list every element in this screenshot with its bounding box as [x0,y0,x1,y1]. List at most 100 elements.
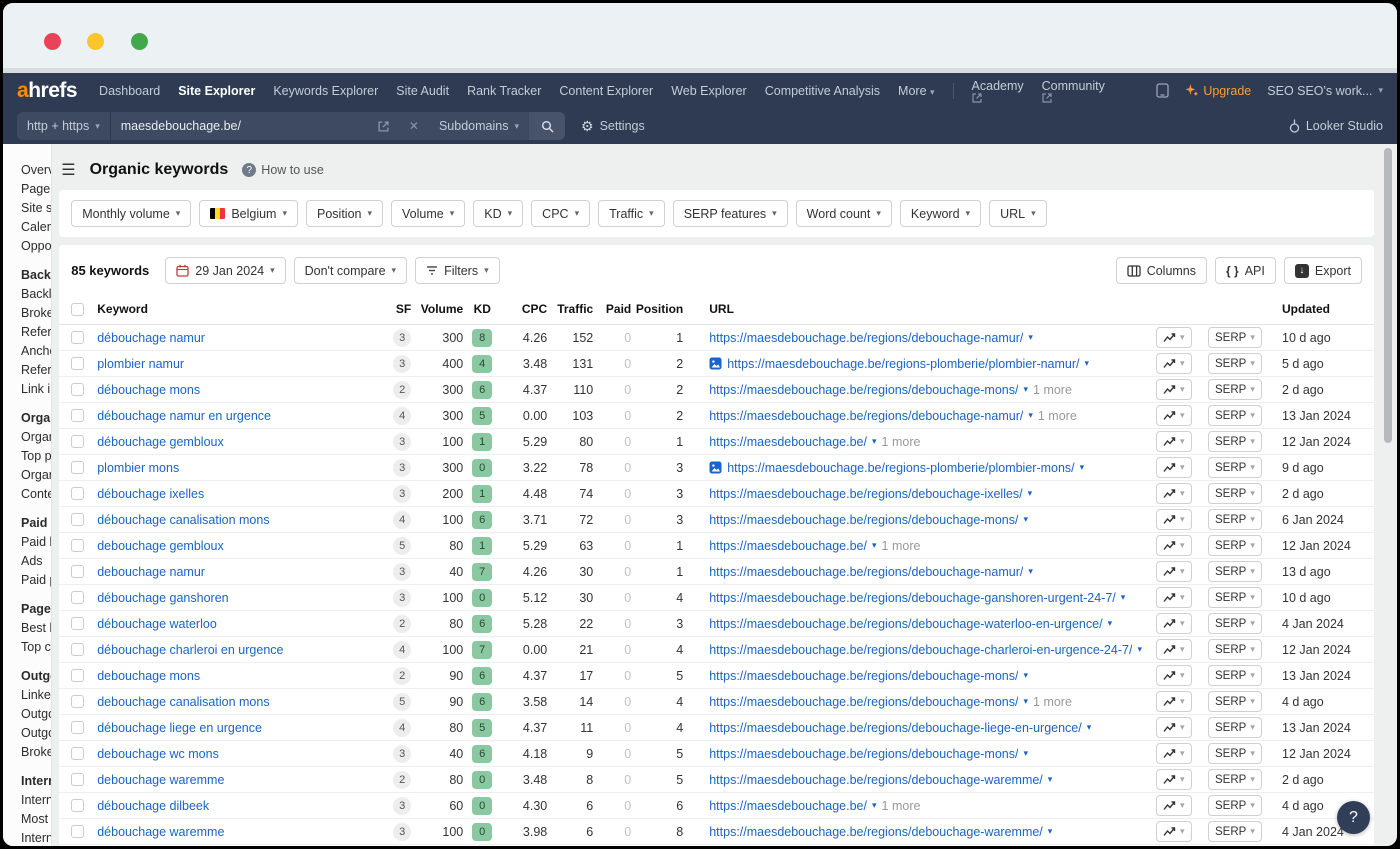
export-button[interactable]: ↓ Export [1284,257,1362,284]
window-minimize-button[interactable] [87,33,104,50]
row-checkbox[interactable] [71,773,84,786]
sidebar-item[interactable]: Pages ▴ [7,599,47,618]
col-header-kd[interactable]: KD [463,302,501,316]
chevron-down-icon[interactable]: ▾ [872,540,877,551]
filter-button[interactable]: Monthly volume ▾ [71,200,191,227]
position-history-button[interactable]: ▾ [1156,795,1192,816]
filters-dropdown[interactable]: Filters ▾ [415,257,500,284]
chevron-down-icon[interactable]: ▾ [1121,592,1126,603]
window-close-button[interactable] [44,33,61,50]
keyword-link[interactable]: débouchage waremme [97,825,224,839]
sidebar-item[interactable]: Site structure [7,198,47,217]
col-header-url[interactable]: URL [683,302,1156,316]
page-scrollbar[interactable] [1381,144,1394,843]
looker-studio-button[interactable]: Looker Studio [1289,119,1383,133]
row-checkbox[interactable] [71,383,84,396]
serp-button[interactable]: SERP ▾ [1208,769,1262,790]
more-urls-label[interactable]: 1 more [882,435,921,449]
position-history-button[interactable]: ▾ [1156,535,1192,556]
position-history-button[interactable]: ▾ [1156,639,1192,660]
more-urls-label[interactable]: 1 more [1038,409,1077,423]
serp-button[interactable]: SERP ▾ [1208,483,1262,504]
position-history-button[interactable]: ▾ [1156,561,1192,582]
sidebar-item[interactable]: Paid keywords [7,532,47,551]
url-link[interactable]: https://maesdebouchage.be/ [709,435,867,449]
sidebar-item[interactable]: Organic search ▴ [7,408,47,427]
serp-button[interactable]: SERP ▾ [1208,535,1262,556]
sidebar-item[interactable]: Organic competitors [7,465,47,484]
col-header-traffic[interactable]: Traffic [547,302,593,316]
serp-button[interactable]: SERP ▾ [1208,379,1262,400]
serp-button[interactable]: SERP ▾ [1208,327,1262,348]
sidebar-item[interactable]: Internal anchors [7,828,47,846]
serp-button[interactable]: SERP ▾ [1208,795,1262,816]
col-header-cpc[interactable]: CPC [501,302,547,316]
url-link[interactable]: https://maesdebouchage.be/regions/debouc… [709,513,1018,527]
serp-button[interactable]: SERP ▾ [1208,457,1262,478]
sidebar-item[interactable]: Broken backlinks [7,303,47,322]
position-history-button[interactable]: ▾ [1156,769,1192,790]
sidebar-item[interactable]: Backlinks [7,284,47,303]
row-checkbox[interactable] [71,825,84,838]
keyword-link[interactable]: plombier namur [97,357,184,371]
row-checkbox[interactable] [71,409,84,422]
keyword-link[interactable]: plombier mons [97,461,179,475]
position-history-button[interactable]: ▾ [1156,821,1192,842]
row-checkbox[interactable] [71,435,84,448]
position-history-button[interactable]: ▾ [1156,457,1192,478]
row-checkbox[interactable] [71,643,84,656]
serp-button[interactable]: SERP ▾ [1208,691,1262,712]
sidebar-item[interactable]: Page inspect New [7,179,47,198]
keyword-link[interactable]: débouchage canalisation mons [97,513,269,527]
protocol-dropdown[interactable]: http + https ▾ [17,112,111,140]
position-history-button[interactable]: ▾ [1156,483,1192,504]
row-checkbox[interactable] [71,799,84,812]
search-submit-button[interactable] [529,112,565,140]
sidebar-item[interactable]: Internal links [7,790,47,809]
sidebar-item[interactable]: Linked domains [7,685,47,704]
filter-button[interactable]: SERP features ▾ [673,200,788,227]
chevron-down-icon[interactable]: ▾ [1137,644,1142,655]
more-urls-label[interactable]: 1 more [882,539,921,553]
serp-button[interactable]: SERP ▾ [1208,431,1262,452]
menu-icon[interactable]: ☰ [61,160,75,180]
sidebar-item[interactable]: Referring IPs [7,360,47,379]
sidebar-item[interactable]: Outgoing anchors [7,704,47,723]
row-checkbox[interactable] [71,617,84,630]
sidebar-item[interactable]: Internal links ▴ New [7,771,47,790]
chevron-down-icon[interactable]: ▾ [1108,618,1113,629]
url-link[interactable]: https://maesdebouchage.be/regions-plombe… [727,461,1074,475]
col-header-paid[interactable]: Paid [593,302,631,316]
row-checkbox[interactable] [71,513,84,526]
url-link[interactable]: https://maesdebouchage.be/regions/debouc… [709,487,1022,501]
chevron-down-icon[interactable]: ▾ [1087,722,1092,733]
serp-button[interactable]: SERP ▾ [1208,405,1262,426]
keyword-link[interactable]: debouchage waremme [97,773,224,787]
account-menu[interactable]: SEO SEO's work... ▾ [1267,84,1383,98]
position-history-button[interactable]: ▾ [1156,509,1192,530]
compare-dropdown[interactable]: Don't compare ▾ [294,257,407,284]
sidebar-item[interactable]: Broken links [7,742,47,761]
keyword-link[interactable]: débouchage ixelles [97,487,204,501]
col-header-position[interactable]: Position [631,302,683,316]
sidebar-item[interactable]: Ads [7,551,47,570]
sidebar-item[interactable]: Overview [7,160,47,179]
filter-button[interactable]: Word count ▾ [796,200,892,227]
url-link[interactable]: https://maesdebouchage.be/regions-plombe… [727,357,1079,371]
serp-button[interactable]: SERP ▾ [1208,717,1262,738]
clear-target-button[interactable]: ✕ [399,112,429,140]
chevron-down-icon[interactable]: ▾ [1048,774,1053,785]
nav-item[interactable]: Dashboard [99,84,160,98]
position-history-button[interactable]: ▾ [1156,431,1192,452]
sidebar-item[interactable]: Outgoing links ▴ [7,666,47,685]
row-checkbox[interactable] [71,747,84,760]
help-fab-button[interactable]: ? [1337,801,1370,834]
filter-button[interactable]: Keyword ▾ [900,200,981,227]
serp-button[interactable]: SERP ▾ [1208,743,1262,764]
position-history-button[interactable]: ▾ [1156,405,1192,426]
target-domain-input[interactable]: maesdebouchage.be/ [111,112,368,140]
chevron-down-icon[interactable]: ▾ [1023,696,1028,707]
chevron-down-icon[interactable]: ▾ [1085,358,1090,369]
nav-item[interactable]: Content Explorer [559,84,653,98]
more-urls-label[interactable]: 1 more [882,799,921,813]
